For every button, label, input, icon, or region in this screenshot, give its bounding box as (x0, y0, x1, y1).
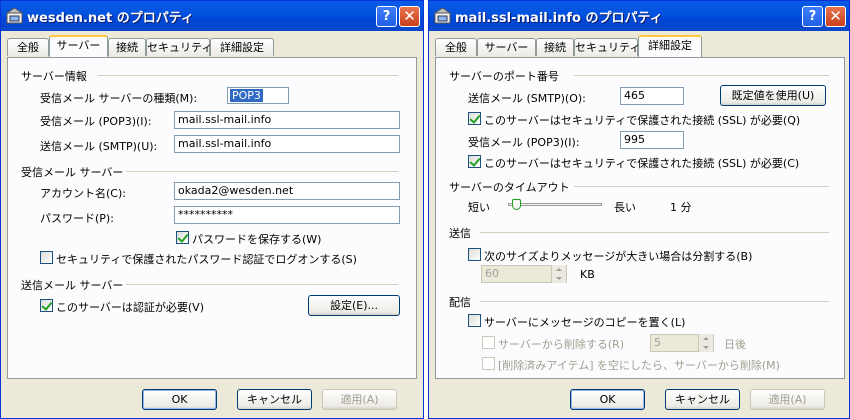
divider (126, 284, 398, 285)
timeout-slider-track[interactable] (508, 203, 602, 206)
smtp-port-label: 送信メール (SMTP)(O): (468, 92, 586, 105)
pop3-port-label: 受信メール (POP3)(I): (468, 136, 580, 149)
tab-general[interactable]: 全般 (435, 38, 477, 56)
remove-deleted-label[interactable]: [削除済みアイテム] を空にしたら、サーバーから削除(M) (498, 357, 780, 373)
incoming-pop3-label: 受信メール (POP3)(I): (40, 115, 152, 128)
section-heading-incoming-server: 受信メール サーバー (21, 166, 124, 179)
remove-after-checkbox[interactable] (482, 336, 495, 349)
account-name-label: アカウント名(C): (40, 187, 126, 200)
remove-deleted-checkbox[interactable] (482, 357, 495, 370)
tab-advanced[interactable]: 詳細設定 (638, 35, 702, 57)
split-message-checkbox[interactable] (468, 248, 481, 261)
cancel-button[interactable]: キャンセル (237, 389, 312, 410)
timeout-slider-thumb[interactable] (512, 199, 522, 210)
tab-security[interactable]: セキュリティ (574, 38, 640, 56)
tab-connection[interactable]: 接続 (108, 38, 146, 56)
tab-server[interactable]: サーバー (477, 38, 536, 56)
password-input[interactable]: ********** (174, 206, 400, 224)
cancel-button[interactable]: キャンセル (665, 389, 740, 410)
spa-label[interactable]: セキュリティで保護されたパスワード認証でログオンする(S) (56, 251, 357, 267)
section-heading-timeout: サーバーのタイムアウト (449, 181, 570, 194)
mail-account-icon (434, 8, 451, 24)
smtp-ssl-label[interactable]: このサーバーはセキュリティで保護された接続 (SSL) が必要(Q) (484, 112, 800, 128)
spa-checkbox[interactable] (40, 251, 53, 264)
properties-window-ssl-mail: mail.ssl-mail.info のプロパティ ? ✕ 全般 サーバー 接続… (428, 0, 850, 419)
use-defaults-button[interactable]: 既定値を使用(U) (720, 85, 826, 106)
divider (574, 186, 829, 187)
divider (574, 75, 829, 76)
section-heading-delivery: 配信 (449, 296, 471, 309)
apply-button[interactable]: 適用(A) (750, 389, 825, 410)
section-heading-sending: 送信 (449, 227, 471, 240)
title-bar[interactable]: wesden.net のプロパティ ? ✕ (1, 1, 423, 31)
outgoing-smtp-label: 送信メール (SMTP)(U): (40, 140, 158, 153)
timeout-short-label: 短い (468, 201, 490, 214)
ok-button[interactable]: OK (142, 389, 217, 410)
section-heading-server-info: サーバー情報 (21, 70, 87, 83)
apply-button[interactable]: 適用(A) (322, 389, 397, 410)
smtp-ssl-checkbox[interactable] (468, 112, 481, 125)
tab-server[interactable]: サーバー (49, 35, 108, 57)
help-button[interactable]: ? (376, 6, 397, 27)
window-title: wesden.net のプロパティ (27, 11, 194, 26)
smtp-port-input[interactable]: 465 (620, 87, 684, 105)
title-bar[interactable]: mail.ssl-mail.info のプロパティ ? ✕ (429, 1, 849, 31)
tab-advanced[interactable]: 詳細設定 (210, 38, 274, 56)
section-heading-outgoing-server: 送信メール サーバー (21, 279, 124, 292)
section-heading-ports: サーバーのポート番号 (449, 70, 559, 83)
incoming-type-field[interactable]: POP3 (227, 87, 289, 104)
split-size-unit: KB (580, 268, 595, 281)
pop3-port-input[interactable]: 995 (620, 131, 684, 149)
pop3-ssl-checkbox[interactable] (468, 155, 481, 168)
tab-connection[interactable]: 接続 (536, 38, 574, 56)
mail-account-icon (6, 8, 23, 24)
password-label: パスワード(P): (40, 212, 114, 225)
split-size-spinner[interactable] (551, 265, 566, 283)
days-unit-label: 日後 (724, 338, 746, 351)
divider (480, 232, 829, 233)
save-password-label[interactable]: パスワードを保存する(W) (192, 231, 321, 247)
leave-copy-checkbox[interactable] (468, 314, 481, 327)
close-button[interactable]: ✕ (825, 6, 846, 27)
divider (480, 301, 829, 302)
smtp-auth-checkbox[interactable] (40, 299, 53, 312)
outgoing-server-input[interactable]: mail.ssl-mail.info (174, 135, 400, 153)
ok-button[interactable]: OK (570, 389, 645, 410)
properties-window-wesden: wesden.net のプロパティ ? ✕ 全般 サーバー 接続 セキュリティ … (0, 0, 424, 419)
save-password-checkbox[interactable] (176, 231, 189, 244)
account-name-input[interactable]: okada2@wesden.net (174, 182, 400, 200)
timeout-value: 1 分 (670, 201, 692, 214)
tab-general[interactable]: 全般 (7, 38, 49, 56)
close-button[interactable]: ✕ (399, 6, 420, 27)
advanced-tab-panel: サーバーのポート番号 送信メール (SMTP)(O): 465 既定値を使用(U… (435, 57, 845, 379)
smtp-auth-label[interactable]: このサーバーは認証が必要(V) (56, 299, 204, 315)
settings-button[interactable]: 設定(E)... (308, 295, 400, 316)
server-tab-panel: サーバー情報 受信メール サーバーの種類(M): POP3 受信メール (POP… (7, 57, 417, 379)
window-title: mail.ssl-mail.info のプロパティ (455, 11, 663, 26)
tab-security[interactable]: セキュリティ (146, 38, 212, 56)
timeout-long-label: 長い (614, 201, 636, 214)
help-button[interactable]: ? (802, 6, 823, 27)
incoming-server-input[interactable]: mail.ssl-mail.info (174, 111, 400, 129)
incoming-type-label: 受信メール サーバーの種類(M): (40, 92, 198, 105)
split-message-label[interactable]: 次のサイズよりメッセージが大きい場合は分割する(B) (484, 248, 752, 264)
leave-copy-label[interactable]: サーバーにメッセージのコピーを置く(L) (484, 314, 685, 330)
divider (126, 171, 398, 172)
divider (98, 75, 398, 76)
remove-after-days-spinner[interactable] (698, 334, 713, 352)
remove-after-label[interactable]: サーバーから削除する(R) (498, 336, 624, 352)
pop3-ssl-label[interactable]: このサーバーはセキュリティで保護された接続 (SSL) が必要(C) (484, 155, 799, 171)
